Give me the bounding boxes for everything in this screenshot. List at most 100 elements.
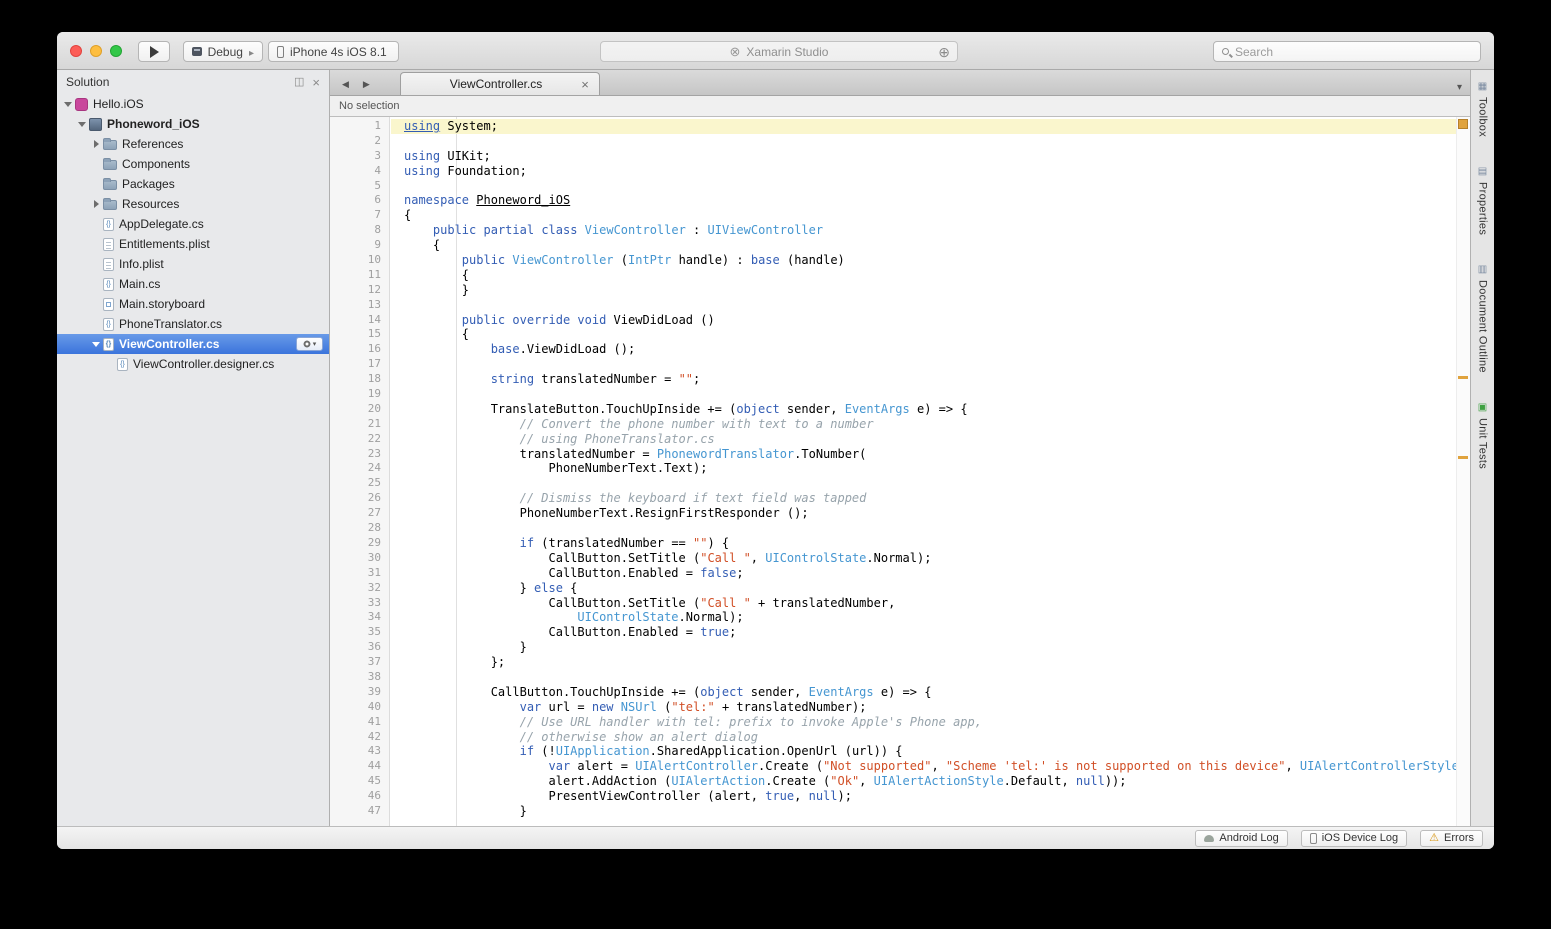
code-line[interactable]: { — [404, 208, 1456, 223]
tree-item-resources[interactable]: Resources — [57, 194, 329, 214]
line-number[interactable]: 1 — [330, 119, 389, 134]
line-number[interactable]: 8 — [330, 223, 389, 238]
tree-item-appdelegate-cs[interactable]: AppDelegate.cs — [57, 214, 329, 234]
code-line[interactable] — [404, 387, 1456, 402]
expand-arrow-icon[interactable] — [90, 200, 102, 208]
code-line[interactable]: if (translatedNumber == "") { — [404, 536, 1456, 551]
code-line[interactable]: using UIKit; — [404, 149, 1456, 164]
code-line[interactable]: string translatedNumber = ""; — [404, 372, 1456, 387]
line-number[interactable]: 15 — [330, 327, 389, 342]
line-number[interactable]: 36 — [330, 640, 389, 655]
tab-list-dropdown-icon[interactable] — [1457, 77, 1462, 95]
annotation-mark[interactable] — [1458, 456, 1468, 459]
line-number[interactable]: 45 — [330, 774, 389, 789]
code-line[interactable]: // Use URL handler with tel: prefix to i… — [404, 715, 1456, 730]
right-tab-document-outline[interactable]: ▥Document Outline — [1477, 265, 1489, 373]
line-number[interactable]: 14 — [330, 313, 389, 328]
right-tab-unit-tests[interactable]: ▣Unit Tests — [1477, 403, 1489, 469]
breadcrumb[interactable]: No selection — [330, 96, 1470, 117]
line-number[interactable]: 38 — [330, 670, 389, 685]
line-number[interactable]: 13 — [330, 298, 389, 313]
navigate-back-icon[interactable] — [342, 74, 349, 92]
expand-arrow-icon[interactable] — [90, 140, 102, 148]
navigate-forward-icon[interactable] — [363, 74, 370, 92]
line-number[interactable]: 27 — [330, 506, 389, 521]
dock-pad-icon[interactable] — [294, 75, 304, 90]
code-line[interactable] — [404, 476, 1456, 491]
line-number[interactable]: 34 — [330, 610, 389, 625]
code-line[interactable]: if (!UIApplication.SharedApplication.Ope… — [404, 744, 1456, 759]
line-number[interactable]: 29 — [330, 536, 389, 551]
code-line[interactable]: alert.AddAction (UIAlertAction.Create ("… — [404, 774, 1456, 789]
tree-item-phoneword-ios[interactable]: Phoneword_iOS — [57, 114, 329, 134]
search-box[interactable] — [1213, 41, 1481, 62]
code-line[interactable]: // otherwise show an alert dialog — [404, 730, 1456, 745]
line-number[interactable]: 30 — [330, 551, 389, 566]
device-selector[interactable]: iPhone 4s iOS 8.1 — [268, 41, 399, 62]
scroll-annotation-bar[interactable] — [1456, 117, 1470, 826]
build-configuration-selector[interactable]: Debug — [183, 41, 263, 62]
line-number[interactable]: 21 — [330, 417, 389, 432]
line-number[interactable]: 24 — [330, 461, 389, 476]
line-number[interactable]: 37 — [330, 655, 389, 670]
code-line[interactable]: // Convert the phone number with text to… — [404, 417, 1456, 432]
code-line[interactable]: namespace Phoneword_iOS — [404, 193, 1456, 208]
code-line[interactable] — [404, 357, 1456, 372]
search-input[interactable] — [1235, 45, 1445, 59]
line-number[interactable]: 31 — [330, 566, 389, 581]
tree-item-viewcontroller-cs[interactable]: ViewController.cs▾ — [57, 334, 329, 354]
code-line[interactable]: } else { — [404, 581, 1456, 596]
code-line[interactable]: CallButton.Enabled = true; — [404, 625, 1456, 640]
code-line[interactable] — [404, 298, 1456, 313]
close-window-button[interactable] — [70, 45, 82, 57]
code-line[interactable] — [404, 134, 1456, 149]
code-line[interactable]: CallButton.TouchUpInside += (object send… — [404, 685, 1456, 700]
code-line[interactable] — [404, 521, 1456, 536]
code-editor[interactable]: 1234567891011121314151617181920212223242… — [330, 117, 1470, 826]
tree-item-packages[interactable]: Packages — [57, 174, 329, 194]
zoom-window-button[interactable] — [110, 45, 122, 57]
code-line[interactable]: var alert = UIAlertController.Create ("N… — [404, 759, 1456, 774]
code-line[interactable]: PhoneNumberText.Text); — [404, 461, 1456, 476]
code-line[interactable]: PresentViewController (alert, true, null… — [404, 789, 1456, 804]
run-button[interactable] — [138, 41, 170, 62]
line-numbers[interactable]: 1234567891011121314151617181920212223242… — [330, 117, 390, 826]
code-line[interactable]: // using PhoneTranslator.cs — [404, 432, 1456, 447]
line-number[interactable]: 11 — [330, 268, 389, 283]
tab-viewcontroller[interactable]: ViewController.cs — [400, 72, 600, 95]
line-number[interactable]: 9 — [330, 238, 389, 253]
line-number[interactable]: 20 — [330, 402, 389, 417]
line-number[interactable]: 4 — [330, 164, 389, 179]
add-icon[interactable] — [938, 44, 950, 61]
line-number[interactable]: 17 — [330, 357, 389, 372]
line-number[interactable]: 40 — [330, 700, 389, 715]
code-line[interactable]: } — [404, 640, 1456, 655]
code-line[interactable]: var url = new NSUrl ("tel:" + translated… — [404, 700, 1456, 715]
line-number[interactable]: 41 — [330, 715, 389, 730]
code-line[interactable] — [404, 670, 1456, 685]
line-number[interactable]: 44 — [330, 759, 389, 774]
line-number[interactable]: 18 — [330, 372, 389, 387]
errors-button[interactable]: ⚠Errors — [1420, 830, 1483, 847]
right-tab-toolbox[interactable]: ▦Toolbox — [1477, 82, 1489, 137]
line-number[interactable]: 7 — [330, 208, 389, 223]
tree-item-info-plist[interactable]: Info.plist — [57, 254, 329, 274]
line-number[interactable]: 10 — [330, 253, 389, 268]
line-number[interactable]: 33 — [330, 596, 389, 611]
code-line[interactable]: }; — [404, 655, 1456, 670]
close-tab-icon[interactable] — [581, 77, 589, 92]
line-number[interactable]: 42 — [330, 730, 389, 745]
code-line[interactable]: public ViewController (IntPtr handle) : … — [404, 253, 1456, 268]
android-log-button[interactable]: Android Log — [1195, 830, 1287, 847]
code-line[interactable]: // Dismiss the keyboard if text field wa… — [404, 491, 1456, 506]
code-lines[interactable]: using System;using UIKit;using Foundatio… — [391, 117, 1456, 826]
line-number[interactable]: 6 — [330, 193, 389, 208]
right-tab-properties[interactable]: ▤Properties — [1477, 167, 1489, 235]
line-number[interactable]: 39 — [330, 685, 389, 700]
expand-arrow-icon[interactable] — [62, 102, 74, 107]
tree-item-hello-ios[interactable]: Hello.iOS — [57, 94, 329, 114]
line-number[interactable]: 28 — [330, 521, 389, 536]
line-number[interactable]: 23 — [330, 447, 389, 462]
tree-item-references[interactable]: References — [57, 134, 329, 154]
code-line[interactable]: } — [404, 804, 1456, 819]
